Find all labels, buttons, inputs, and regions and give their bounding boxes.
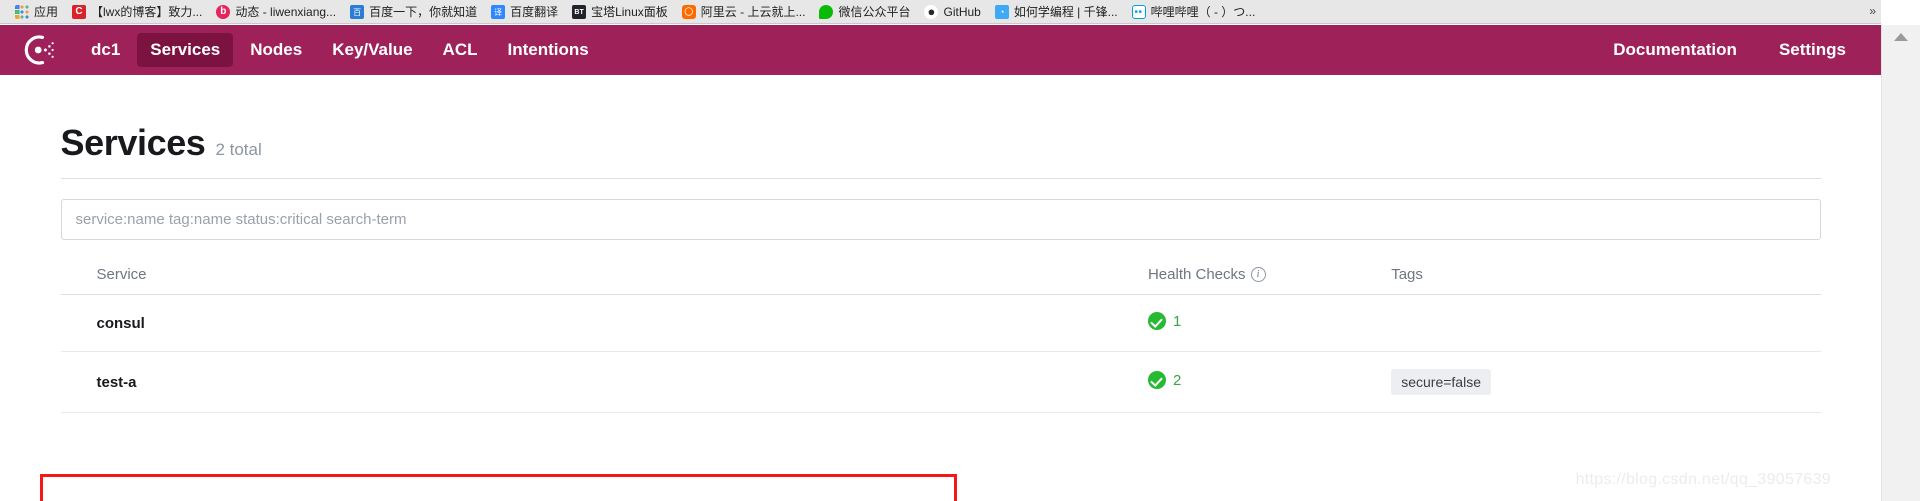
table-row[interactable]: consul 1 bbox=[60, 294, 1821, 352]
baidu-translate-icon bbox=[491, 4, 506, 19]
tags-cell bbox=[1391, 294, 1821, 352]
service-name-cell[interactable]: test-a bbox=[60, 351, 1148, 413]
nav-item-settings[interactable]: Settings bbox=[1766, 33, 1859, 67]
csdn-icon bbox=[72, 4, 87, 19]
services-table-head: Service Health Checks i Tags bbox=[60, 258, 1821, 295]
health-passing-count: 1 bbox=[1172, 312, 1182, 330]
consul-logo[interactable] bbox=[22, 33, 56, 67]
service-link[interactable]: consul bbox=[97, 315, 145, 332]
column-header-health-label: Health Checks bbox=[1147, 266, 1246, 283]
bookmark-label: GitHub bbox=[943, 4, 981, 19]
health-passing-count: 2 bbox=[1172, 371, 1182, 389]
services-table: Service Health Checks i Tags consul 1 te… bbox=[60, 258, 1821, 413]
service-name-cell[interactable]: consul bbox=[60, 294, 1148, 352]
nav-item-nodes[interactable]: Nodes bbox=[237, 33, 315, 67]
bookmark-item-aliyun[interactable]: 阿里云 - 上云就上... bbox=[675, 1, 813, 23]
bookmark-label: 动态 - liwenxiang... bbox=[235, 4, 337, 19]
baidu-icon bbox=[350, 4, 365, 19]
health-checks-cell: 1 bbox=[1147, 294, 1392, 352]
wechat-icon bbox=[819, 4, 834, 19]
bookmark-item-wechat-mp[interactable]: 微信公众平台 bbox=[812, 1, 917, 23]
bookmark-item-qianfeng[interactable]: 如何学编程 | 千锋... bbox=[988, 1, 1125, 23]
nav-item-acl[interactable]: ACL bbox=[430, 33, 491, 67]
screenshot-root: 应用 【lwx的博客】致力... 动态 - liwenxiang... 百度一下… bbox=[0, 0, 1920, 501]
page-scrollbar[interactable] bbox=[1881, 25, 1920, 501]
nav-item-services[interactable]: Services bbox=[137, 33, 234, 67]
bookmark-item-dynamic[interactable]: 动态 - liwenxiang... bbox=[209, 1, 343, 23]
bilibili-dynamic-icon bbox=[216, 4, 231, 19]
health-status-group: 1 bbox=[1147, 312, 1182, 330]
github-icon bbox=[924, 4, 939, 19]
column-header-service[interactable]: Service bbox=[60, 258, 1148, 295]
tags-cell: secure=false bbox=[1391, 351, 1821, 413]
aliyun-icon bbox=[681, 4, 696, 19]
bookmark-label: 【lwx的博客】致力... bbox=[91, 4, 203, 19]
health-checks-header-inner: Health Checks i bbox=[1148, 266, 1266, 283]
bookmark-label: 阿里云 - 上云就上... bbox=[700, 4, 806, 19]
page-body: Services 2 total Service Health Checks i bbox=[0, 75, 1881, 501]
browser-bookmarks-bar: 应用 【lwx的博客】致力... 动态 - liwenxiang... 百度一下… bbox=[0, 0, 1881, 24]
check-circle-icon bbox=[1147, 312, 1166, 330]
page-header: Services 2 total bbox=[60, 122, 1821, 179]
bookmarks-overflow-icon[interactable]: » bbox=[1869, 4, 1876, 18]
health-status-group: 2 bbox=[1147, 371, 1182, 389]
bilibili-icon bbox=[1131, 4, 1146, 19]
nav-items: dc1 Services Nodes Key/Value ACL Intenti… bbox=[78, 33, 602, 67]
bookmark-label: 哔哩哔哩（ - ）つ... bbox=[1150, 4, 1256, 19]
column-header-tags[interactable]: Tags bbox=[1391, 258, 1821, 295]
bookmark-item-bt-panel[interactable]: 宝塔Linux面板 bbox=[565, 1, 675, 23]
bookmark-item-csdn-blog[interactable]: 【lwx的博客】致力... bbox=[65, 1, 209, 23]
nav-right-items: Documentation Settings bbox=[1600, 33, 1859, 67]
column-header-health-checks[interactable]: Health Checks i bbox=[1147, 258, 1392, 295]
bookmark-item-baidu-translate[interactable]: 百度翻译 bbox=[484, 1, 565, 23]
bookmark-label: 宝塔Linux面板 bbox=[591, 4, 668, 19]
bookmark-label: 如何学编程 | 千锋... bbox=[1013, 4, 1118, 19]
bt-panel-icon bbox=[572, 4, 587, 19]
health-checks-cell: 2 bbox=[1147, 351, 1392, 413]
nav-item-documentation[interactable]: Documentation bbox=[1600, 33, 1750, 67]
service-link[interactable]: test-a bbox=[97, 374, 137, 391]
bookmark-label: 微信公众平台 bbox=[838, 4, 911, 19]
watermark-text: https://blog.csdn.net/qq_39057639 bbox=[1575, 471, 1831, 488]
check-circle-icon bbox=[1147, 371, 1166, 389]
content-container: Services 2 total Service Health Checks i bbox=[51, 75, 1831, 413]
qianfeng-icon bbox=[994, 4, 1009, 19]
apps-grid-icon bbox=[15, 4, 29, 19]
tag-badge: secure=false bbox=[1391, 369, 1491, 395]
scroll-up-arrow-icon[interactable] bbox=[1894, 33, 1908, 41]
search-container bbox=[60, 199, 1821, 240]
bookmark-item-github[interactable]: GitHub bbox=[917, 1, 987, 23]
bookmark-item-apps[interactable]: 应用 bbox=[8, 1, 65, 23]
bookmark-item-baidu[interactable]: 百度一下，你就知道 bbox=[343, 1, 484, 23]
nav-datacenter-selector[interactable]: dc1 bbox=[78, 33, 133, 67]
table-header-row: Service Health Checks i Tags bbox=[60, 258, 1821, 295]
page-title: Services bbox=[60, 122, 206, 163]
bookmark-item-bilibili[interactable]: 哔哩哔哩（ - ）つ... bbox=[1125, 1, 1263, 23]
info-icon[interactable]: i bbox=[1250, 267, 1266, 282]
bookmark-label: 百度翻译 bbox=[510, 4, 559, 19]
nav-item-key-value[interactable]: Key/Value bbox=[319, 33, 425, 67]
search-input[interactable] bbox=[60, 199, 1821, 240]
page-total-count: 2 total bbox=[215, 140, 262, 159]
bookmark-label: 百度一下，你就知道 bbox=[369, 4, 478, 19]
table-row[interactable]: test-a 2 secure=false bbox=[60, 351, 1821, 413]
red-highlight-annotation bbox=[40, 474, 957, 501]
bookmark-label: 应用 bbox=[34, 4, 59, 19]
services-table-body: consul 1 test-a 2 secure=false bbox=[60, 294, 1821, 413]
consul-top-nav: dc1 Services Nodes Key/Value ACL Intenti… bbox=[0, 25, 1881, 75]
nav-item-intentions[interactable]: Intentions bbox=[495, 33, 602, 67]
